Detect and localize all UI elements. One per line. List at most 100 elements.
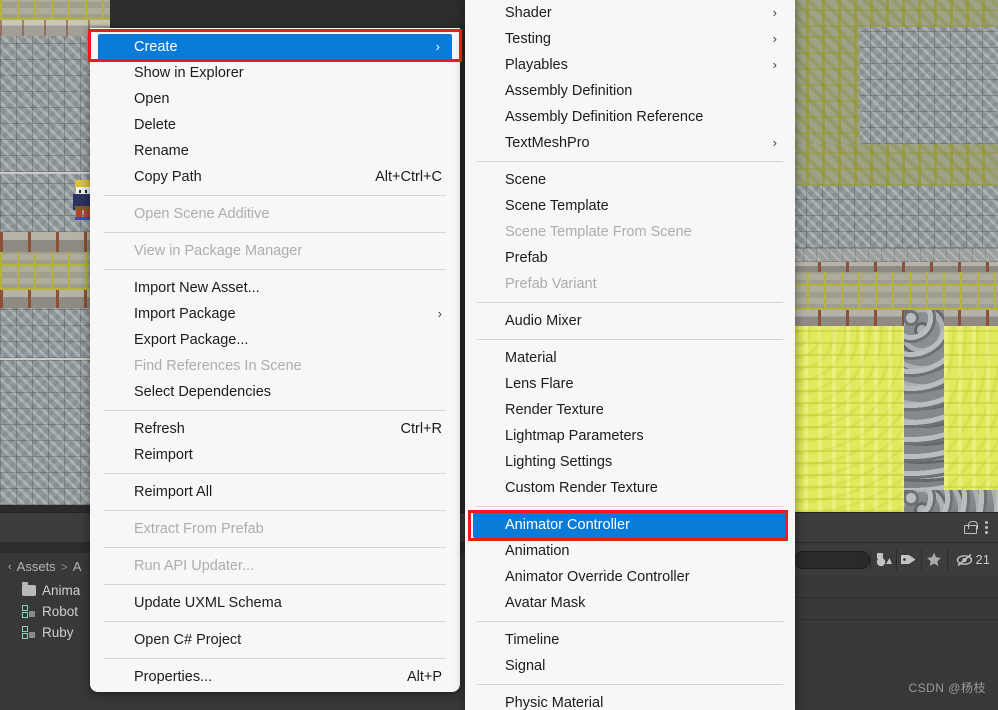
create-item-physic-material[interactable]: Physic Material: [465, 690, 795, 710]
menu-separator: [477, 302, 783, 303]
create-item-lightmap-parameters[interactable]: Lightmap Parameters: [465, 423, 795, 449]
create-item-render-texture[interactable]: Render Texture: [465, 397, 795, 423]
tile-rock-wall: [904, 490, 998, 512]
menu-item-open[interactable]: Open: [90, 86, 460, 112]
menu-item-label: Show in Explorer: [134, 65, 244, 81]
menu-item-label: Scene: [505, 172, 547, 188]
menu-item-label: Prefab Variant: [505, 276, 597, 292]
menu-item-copy-path[interactable]: Copy Path Alt+Ctrl+C: [90, 164, 460, 190]
tile-grass-mix: [790, 0, 998, 27]
create-item-playables[interactable]: Playables ›: [465, 52, 795, 78]
chevron-right-icon: ›: [435, 39, 440, 54]
menu-item-properties[interactable]: Properties... Alt+P: [90, 664, 460, 690]
create-item-textmeshpro[interactable]: TextMeshPro ›: [465, 130, 795, 156]
menu-item-show-in-explorer[interactable]: Show in Explorer: [90, 60, 460, 86]
menu-item-update-uxml-schema[interactable]: Update UXML Schema: [90, 590, 460, 616]
menu-item-label: Properties...: [134, 669, 213, 685]
menu-separator: [104, 232, 446, 233]
menu-separator: [104, 658, 446, 659]
menu-item-label: Delete: [134, 117, 176, 133]
menu-item-find-references-in-scene: Find References In Scene: [90, 353, 460, 379]
create-item-scene[interactable]: Scene: [465, 167, 795, 193]
menu-separator: [104, 510, 446, 511]
menu-separator: [104, 621, 446, 622]
menu-item-label: Signal: [505, 658, 546, 674]
menu-item-reimport[interactable]: Reimport: [90, 442, 460, 468]
menu-item-reimport-all[interactable]: Reimport All: [90, 479, 460, 505]
menu-item-label: Select Dependencies: [134, 384, 272, 400]
menu-separator: [104, 473, 446, 474]
assets-context-menu[interactable]: Create › Show in Explorer Open Delete Rename C…: [90, 28, 460, 692]
menu-item-select-dependencies[interactable]: Select Dependencies: [90, 379, 460, 405]
create-item-assembly-definition[interactable]: Assembly Definition: [465, 78, 795, 104]
menu-item-label: Playables: [505, 57, 568, 73]
create-item-animator-override-controller[interactable]: Animator Override Controller: [465, 564, 795, 590]
menu-item-label: Prefab: [505, 250, 548, 266]
menu-item-label: Extract From Prefab: [134, 521, 264, 537]
create-item-avatar-mask[interactable]: Avatar Mask: [465, 590, 795, 616]
menu-item-label: Export Package...: [134, 332, 249, 348]
menu-item-label: Find References In Scene: [134, 358, 302, 374]
create-item-lighting-settings[interactable]: Lighting Settings: [465, 449, 795, 475]
search-input[interactable]: [794, 550, 871, 569]
menu-item-view-in-package-manager: View in Package Manager: [90, 238, 460, 264]
create-item-material[interactable]: Material: [465, 345, 795, 371]
create-item-lens-flare[interactable]: Lens Flare: [465, 371, 795, 397]
menu-item-label: Assembly Definition Reference: [505, 109, 704, 125]
menu-item-import-package[interactable]: Import Package ›: [90, 301, 460, 327]
menu-item-rename[interactable]: Rename: [90, 138, 460, 164]
menu-item-import-new-asset[interactable]: Import New Asset...: [90, 275, 460, 301]
create-item-signal[interactable]: Signal: [465, 653, 795, 679]
menu-item-delete[interactable]: Delete: [90, 112, 460, 138]
create-item-custom-render-texture[interactable]: Custom Render Texture: [465, 475, 795, 501]
menu-item-open-c-project[interactable]: Open C# Project: [90, 627, 460, 653]
tile-wood-rail: [790, 310, 998, 326]
create-item-assembly-definition-reference[interactable]: Assembly Definition Reference: [465, 104, 795, 130]
tag-icon[interactable]: [895, 548, 921, 571]
menu-separator: [104, 410, 446, 411]
create-item-scene-template[interactable]: Scene Template: [465, 193, 795, 219]
lock-open-icon[interactable]: [964, 521, 978, 534]
breadcrumb-current[interactable]: A: [73, 559, 82, 574]
menu-item-open-scene-additive: Open Scene Additive: [90, 201, 460, 227]
shapes-icon[interactable]: [870, 548, 895, 571]
create-item-shader[interactable]: Shader ›: [465, 0, 795, 26]
panel-header-toolbar: [790, 512, 998, 542]
menu-item-refresh[interactable]: Refresh Ctrl+R: [90, 416, 460, 442]
menu-item-label: Material: [505, 350, 557, 366]
menu-separator: [104, 195, 446, 196]
menu-item-label: Refresh: [134, 421, 185, 437]
create-item-animator-controller[interactable]: Animator Controller: [473, 512, 787, 538]
menu-item-label: Scene Template: [505, 198, 609, 214]
prefab-icon: [22, 626, 36, 639]
menu-item-label: Import New Asset...: [134, 280, 260, 296]
menu-item-label: Animator Controller: [505, 517, 630, 533]
kebab-menu-icon[interactable]: [985, 521, 988, 534]
star-icon[interactable]: [921, 548, 946, 571]
tile-stone-walk: [790, 248, 998, 262]
list-item-label: Robot: [42, 604, 79, 619]
hidden-objects-filter[interactable]: 21: [946, 548, 998, 571]
create-item-testing[interactable]: Testing ›: [465, 26, 795, 52]
create-item-animation[interactable]: Animation: [465, 538, 795, 564]
menu-separator: [477, 621, 783, 622]
menu-item-create[interactable]: Create ›: [98, 34, 452, 60]
menu-item-label: Create: [134, 39, 178, 55]
breadcrumb-back-arrow-icon[interactable]: ‹: [8, 561, 12, 573]
create-item-prefab[interactable]: Prefab: [465, 245, 795, 271]
menu-item-shortcut: Alt+Ctrl+C: [375, 169, 442, 185]
menu-item-export-package[interactable]: Export Package...: [90, 327, 460, 353]
create-item-timeline[interactable]: Timeline: [465, 627, 795, 653]
menu-item-label: Copy Path: [134, 169, 202, 185]
create-item-audio-mixer[interactable]: Audio Mixer: [465, 308, 795, 334]
breadcrumb-root[interactable]: Assets: [17, 559, 56, 574]
menu-item-label: Import Package: [134, 306, 236, 322]
menu-separator: [477, 161, 783, 162]
tile-hedge: [0, 0, 110, 20]
chevron-right-icon: ›: [772, 5, 777, 20]
menu-item-shortcut: Alt+P: [406, 669, 442, 685]
create-submenu[interactable]: Shader › Testing › Playables › Assembly Defini…: [465, 0, 795, 710]
menu-item-label: Testing: [505, 31, 551, 47]
menu-item-label: Open Scene Additive: [134, 206, 270, 222]
tile-grass-mix: [790, 144, 998, 186]
